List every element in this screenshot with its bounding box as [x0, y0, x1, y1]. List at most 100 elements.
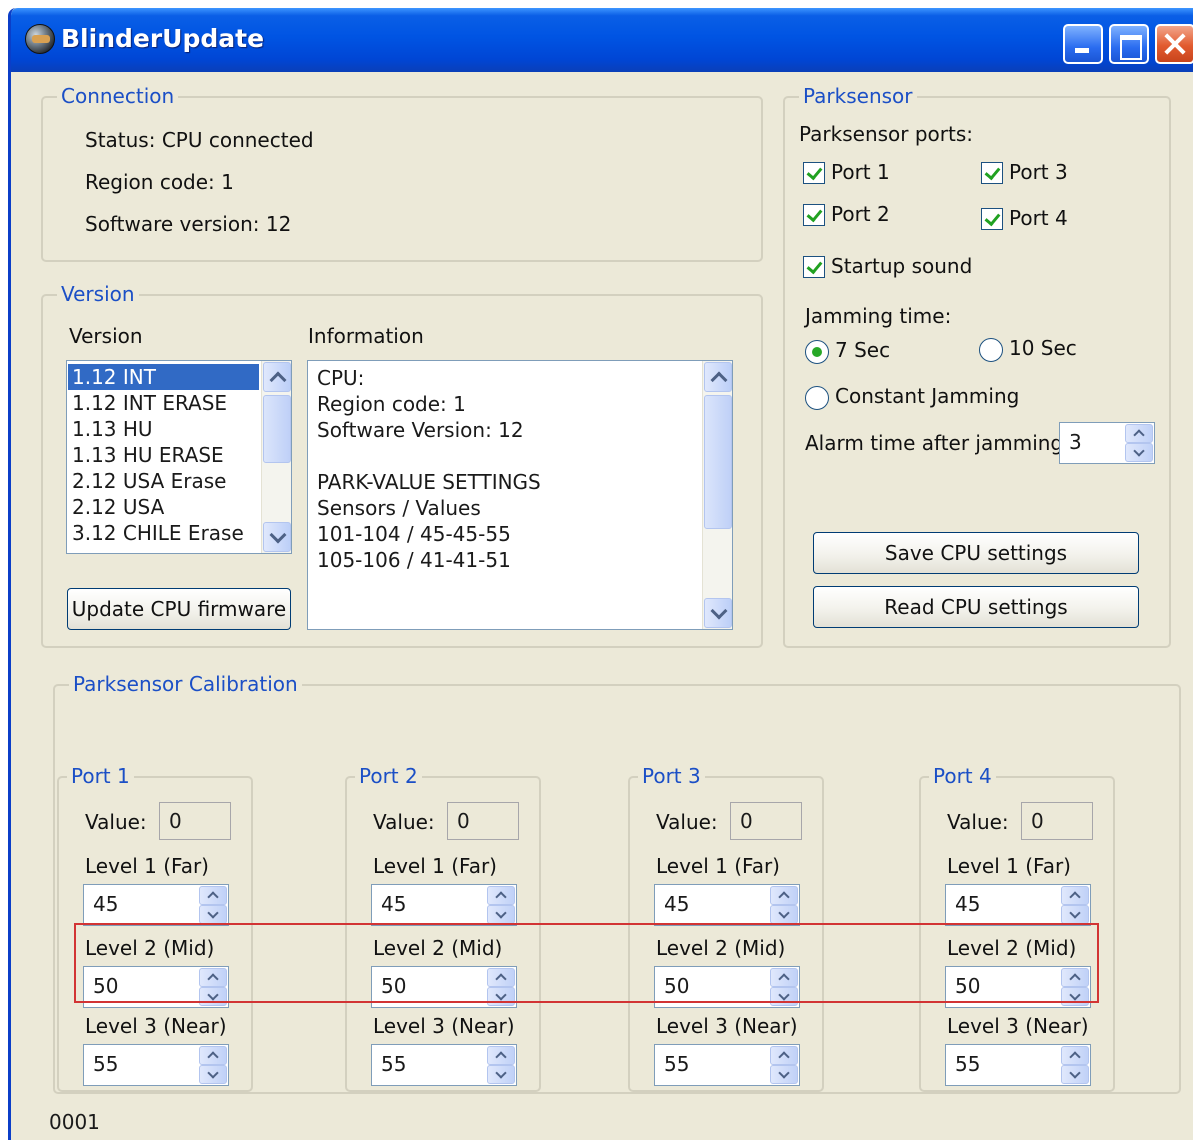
sensor-value: 0	[740, 809, 753, 833]
spin-up-icon[interactable]	[487, 1046, 515, 1065]
version-list-item[interactable]: 1.12 INT ERASE	[68, 390, 259, 416]
information-line: Region code: 1	[317, 392, 466, 416]
spin-up-icon[interactable]	[1061, 886, 1089, 905]
app-window: BlinderUpdate Connection Status: CPU con…	[8, 8, 1193, 1140]
spin-up-icon[interactable]	[199, 1046, 227, 1065]
spin-down-icon[interactable]	[1125, 443, 1153, 462]
level1-spinbox[interactable]: 45	[371, 884, 517, 926]
level1-label: Level 1 (Far)	[947, 854, 1071, 878]
spin-buttons	[1061, 886, 1089, 924]
information-line: Software Version: 12	[317, 418, 524, 442]
port3-checkbox-label[interactable]: Port 3	[1009, 160, 1068, 184]
port1-checkbox[interactable]	[803, 162, 825, 184]
level3-spinbox[interactable]: 55	[654, 1044, 800, 1086]
spin-down-icon[interactable]	[1061, 905, 1089, 924]
radio-10sec-label[interactable]: 10 Sec	[1009, 336, 1077, 360]
level3-spinbox-value[interactable]: 55	[955, 1052, 980, 1076]
close-button[interactable]	[1155, 24, 1193, 64]
version-list-item[interactable]: 2.12 USA Erase	[68, 468, 259, 494]
alarm-time-value[interactable]: 3	[1069, 430, 1082, 454]
parksensor-ports-label: Parksensor ports:	[799, 122, 974, 146]
level1-spinbox-value[interactable]: 45	[955, 892, 980, 916]
information-scrollbar[interactable]	[702, 361, 732, 629]
level1-spinbox-value[interactable]: 45	[93, 892, 118, 916]
level3-spinbox-value[interactable]: 55	[381, 1052, 406, 1076]
jamming-time-label: Jamming time:	[805, 304, 952, 328]
version-scrollbar[interactable]	[261, 361, 291, 553]
spin-up-icon[interactable]	[770, 1046, 798, 1065]
port3-checkbox[interactable]	[981, 162, 1003, 184]
level3-label: Level 3 (Near)	[947, 1014, 1089, 1038]
information-textbox[interactable]: CPU: Region code: 1 Software Version: 12 PA…	[307, 360, 733, 630]
radio-constant-jamming[interactable]	[805, 386, 829, 410]
version-legend: Version	[57, 282, 139, 306]
save-cpu-settings-button[interactable]: Save CPU settings	[813, 532, 1139, 574]
level1-label: Level 1 (Far)	[656, 854, 780, 878]
spin-up-icon[interactable]	[1061, 1046, 1089, 1065]
spin-buttons	[770, 886, 798, 924]
port2-checkbox[interactable]	[803, 204, 825, 226]
radio-constant-jamming-label[interactable]: Constant Jamming	[835, 384, 1019, 408]
startup-sound-label[interactable]: Startup sound	[831, 254, 972, 278]
version-list-item[interactable]: 1.12 INT	[68, 364, 259, 390]
level1-spinbox[interactable]: 45	[945, 884, 1091, 926]
window-title: BlinderUpdate	[61, 24, 265, 53]
spin-up-icon[interactable]	[770, 886, 798, 905]
level1-spinbox[interactable]: 45	[83, 884, 229, 926]
alarm-time-spinbox[interactable]: 3	[1059, 422, 1155, 464]
spin-down-icon[interactable]	[1061, 1065, 1089, 1084]
scroll-thumb[interactable]	[263, 395, 291, 463]
spin-down-icon[interactable]	[199, 905, 227, 924]
version-list-item[interactable]: 1.13 HU ERASE	[68, 442, 259, 468]
version-list-item[interactable]: 1.13 HU	[68, 416, 259, 442]
spin-down-icon[interactable]	[487, 1065, 515, 1084]
level2-highlight-box	[74, 923, 1099, 1003]
port2-checkbox-label[interactable]: Port 2	[831, 202, 890, 226]
port4-checkbox-label[interactable]: Port 4	[1009, 206, 1068, 230]
radio-7sec-label[interactable]: 7 Sec	[835, 338, 890, 362]
level1-spinbox-value[interactable]: 45	[664, 892, 689, 916]
radio-7sec[interactable]	[805, 340, 829, 364]
version-list-item[interactable]: 2.12 USA	[68, 494, 259, 520]
region-code-text: Region code: 1	[85, 170, 234, 194]
parksensor-group: Parksensor Parksensor ports: Port 1 Port…	[783, 84, 1171, 648]
level3-spinbox[interactable]: 55	[83, 1044, 229, 1086]
level3-spinbox-value[interactable]: 55	[93, 1052, 118, 1076]
scroll-down-icon[interactable]	[704, 598, 732, 628]
scroll-thumb[interactable]	[704, 395, 732, 529]
scroll-up-icon[interactable]	[263, 362, 291, 392]
minimize-button[interactable]	[1063, 24, 1103, 64]
port4-checkbox[interactable]	[981, 208, 1003, 230]
read-cpu-settings-button[interactable]: Read CPU settings	[813, 586, 1139, 628]
level1-spinbox-value[interactable]: 45	[381, 892, 406, 916]
level3-spinbox-value[interactable]: 55	[664, 1052, 689, 1076]
spin-buttons	[487, 886, 515, 924]
value-label: Value:	[85, 810, 147, 834]
level3-spinbox[interactable]: 55	[371, 1044, 517, 1086]
version-group: Version Version Information 1.12 INT 1.12…	[41, 282, 763, 648]
maximize-button[interactable]	[1109, 24, 1149, 64]
radio-10sec[interactable]	[979, 338, 1003, 362]
alarm-time-spin-buttons	[1125, 424, 1153, 462]
level3-label: Level 3 (Near)	[373, 1014, 515, 1038]
app-icon	[25, 24, 55, 54]
spin-up-icon[interactable]	[1125, 424, 1153, 443]
update-firmware-button[interactable]: Update CPU firmware	[67, 588, 291, 630]
version-listbox[interactable]: 1.12 INT 1.12 INT ERASE 1.13 HU 1.13 HU ERA…	[66, 360, 292, 554]
spin-down-icon[interactable]	[770, 905, 798, 924]
spin-down-icon[interactable]	[487, 905, 515, 924]
scroll-up-icon[interactable]	[704, 362, 732, 392]
level3-spinbox[interactable]: 55	[945, 1044, 1091, 1086]
sensor-value: 0	[1031, 809, 1044, 833]
spin-up-icon[interactable]	[199, 886, 227, 905]
spin-down-icon[interactable]	[770, 1065, 798, 1084]
version-list-item[interactable]: 3.12 CHILE Erase	[68, 520, 259, 546]
spin-down-icon[interactable]	[199, 1065, 227, 1084]
scroll-down-icon[interactable]	[263, 522, 291, 552]
startup-sound-checkbox[interactable]	[803, 256, 825, 278]
level1-spinbox[interactable]: 45	[654, 884, 800, 926]
information-line: PARK-VALUE SETTINGS	[317, 470, 541, 494]
port1-checkbox-label[interactable]: Port 1	[831, 160, 890, 184]
spin-up-icon[interactable]	[487, 886, 515, 905]
title-bar[interactable]: BlinderUpdate	[11, 8, 1193, 72]
